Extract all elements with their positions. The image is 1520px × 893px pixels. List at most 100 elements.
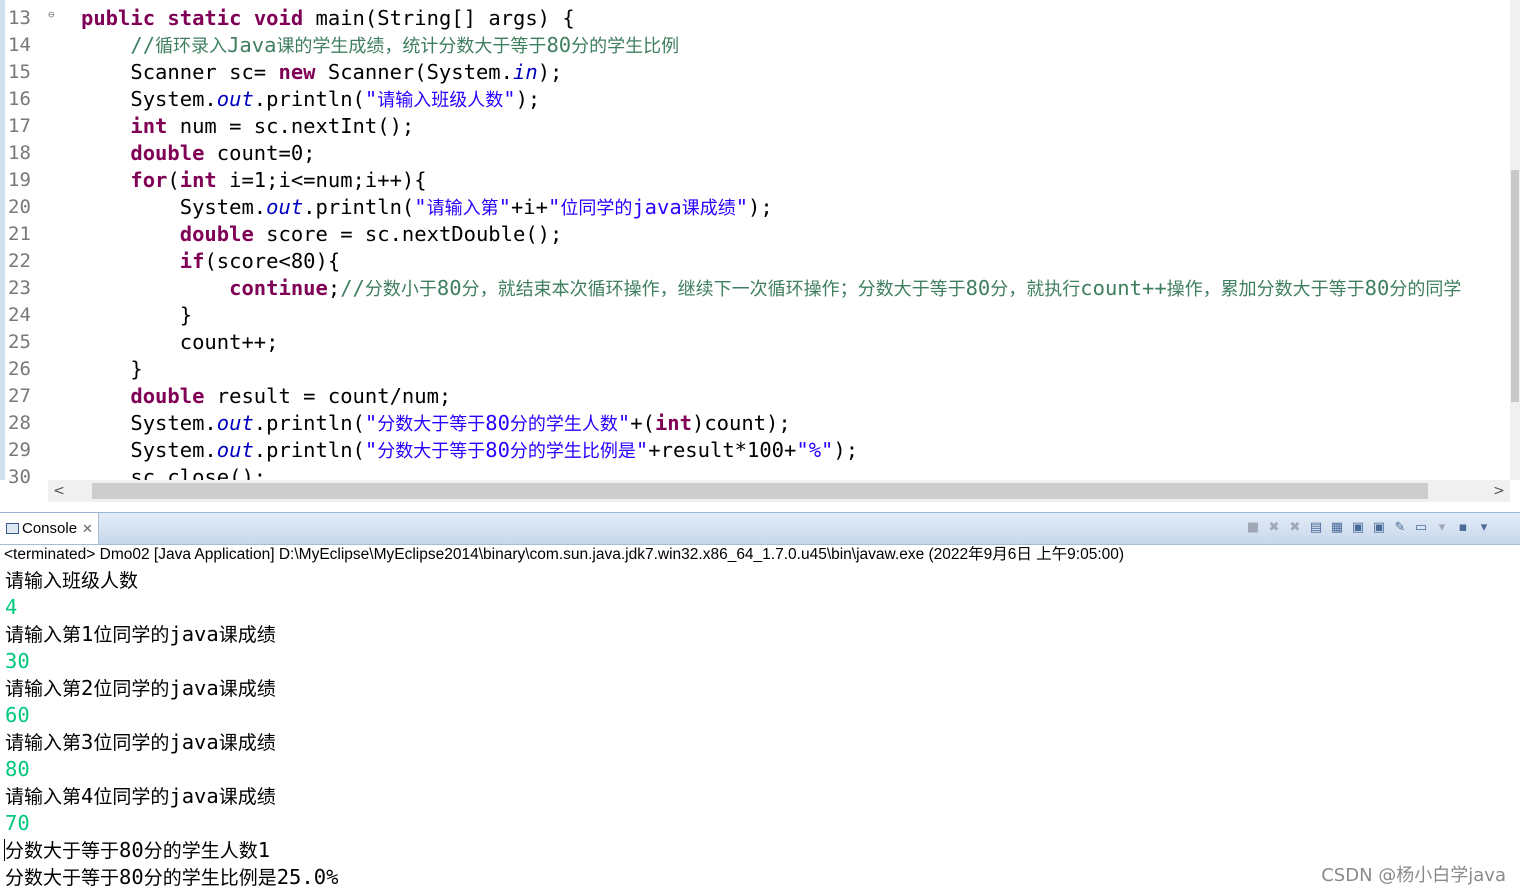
code-token: out	[266, 195, 304, 219]
code-token: new	[278, 60, 316, 84]
chevron-down-icon[interactable]: ▾	[1434, 520, 1450, 536]
vertical-scroll-thumb[interactable]	[1511, 170, 1519, 402]
view-menu-icon[interactable]: ▾	[1476, 520, 1492, 536]
code-token: int	[130, 114, 168, 138]
code-token: "位同学的java课成绩"	[547, 195, 749, 219]
code-editor[interactable]: 13 ⊖ 14 15 16 17 18 19 20 21 22 23 24 25…	[0, 0, 1520, 505]
editor-left-ruler	[0, 0, 5, 480]
clear-console-icon[interactable]: ▤	[1308, 520, 1324, 536]
code-token: count++;	[81, 330, 279, 354]
code-token: "分数大于等于80分的学生比例是"	[364, 438, 649, 462]
terminate-icon[interactable]: ■	[1245, 520, 1261, 536]
code-token: "%"	[796, 438, 834, 462]
code-token: System.	[81, 438, 217, 462]
code-token: Scanner sc=	[81, 60, 279, 84]
text-caret	[4, 839, 5, 861]
console-icon	[6, 523, 19, 534]
line-number: 27	[8, 385, 31, 407]
code-token: double	[130, 141, 205, 165]
csdn-watermark: CSDN @杨小白学java	[1321, 865, 1506, 886]
code-line: public static void main(String[] args) {	[81, 5, 575, 32]
code-token: num = sc.nextInt();	[167, 114, 415, 138]
code-token: for	[130, 168, 168, 192]
code-line: continue;//分数小于80分，就结束本次循环操作，继续下一次循环操作；分…	[81, 275, 1461, 302]
show-on-stdout-icon[interactable]: ▣	[1350, 520, 1366, 536]
code-token: if	[179, 249, 205, 273]
code-line: System.out.println("分数大于等于80分的学生比例是"+res…	[81, 437, 858, 464]
code-line: sc.close();	[81, 464, 266, 480]
close-icon[interactable]: ✕	[82, 513, 93, 544]
code-token: in	[513, 60, 538, 84]
code-token: result = count/num;	[204, 384, 452, 408]
code-token: main(String[] args) {	[303, 6, 575, 30]
remove-all-terminated-icon[interactable]: ✖	[1287, 520, 1303, 536]
line-number: 26	[8, 358, 31, 380]
code-token: out	[216, 438, 254, 462]
scroll-lock-icon[interactable]: ▦	[1329, 520, 1345, 536]
line-number: 29	[8, 439, 31, 461]
code-token: );	[833, 438, 859, 462]
code-token: double	[179, 222, 254, 246]
code-token: );	[748, 195, 773, 219]
vertical-scrollbar[interactable]	[1510, 0, 1520, 480]
code-line: int num = sc.nextInt();	[81, 113, 414, 140]
code-token: out	[216, 87, 254, 111]
code-line: for(int i=1;i<=num;i++){	[81, 167, 427, 194]
horizontal-scrollbar[interactable]: < >	[48, 480, 1510, 502]
console-output-line: 请输入班级人数	[5, 570, 139, 592]
code-token: }	[81, 357, 143, 381]
console-output-line: 请输入第3位同学的java课成绩	[5, 730, 276, 754]
scroll-right-icon[interactable]: >	[1488, 480, 1510, 502]
console-output[interactable]: 请输入班级人数 4 请输入第1位同学的java课成绩 30 请输入第2位同学的java课…	[5, 567, 1505, 891]
line-number: 21	[8, 223, 31, 245]
console-tab-label: Console	[22, 520, 78, 537]
console-output-line: 请输入第4位同学的java课成绩	[5, 784, 276, 808]
code-token: void	[253, 6, 304, 30]
fold-toggle-icon[interactable]: ⊖	[48, 8, 55, 21]
console-input-line: 30	[5, 649, 30, 673]
code-token: .println(	[253, 87, 365, 111]
code-token: sc.close();	[81, 465, 267, 480]
code-token: .println(	[253, 438, 365, 462]
code-token: //循环录入Java课的学生成绩，统计分数大于等于80分的学生比例	[130, 33, 680, 57]
remove-launch-icon[interactable]: ✖	[1266, 520, 1282, 536]
code-token: System.	[81, 87, 217, 111]
horizontal-scroll-thumb[interactable]	[92, 483, 1428, 499]
code-token: ;	[327, 276, 341, 300]
line-number: 23	[8, 277, 31, 299]
code-line: if(score<80){	[81, 248, 340, 275]
line-number: 19	[8, 169, 31, 191]
line-number: 15	[8, 61, 31, 83]
line-number: 22	[8, 250, 31, 272]
code-line: }	[81, 302, 192, 329]
code-token: continue	[229, 276, 328, 300]
code-token: score = sc.nextDouble();	[253, 222, 563, 246]
line-number: 28	[8, 412, 31, 434]
code-lines[interactable]: public static void main(String[] args) {…	[81, 0, 1511, 480]
scroll-left-icon[interactable]: <	[48, 480, 70, 502]
console-tab[interactable]: Console ✕	[0, 513, 99, 544]
code-token: public	[81, 6, 156, 30]
open-console-icon[interactable]: ▪	[1455, 520, 1471, 536]
pin-console-icon[interactable]: ✎	[1392, 520, 1408, 536]
display-selected-console-icon[interactable]: ▭	[1413, 520, 1429, 536]
code-token: i=1;i<=num;i++){	[216, 168, 427, 192]
line-number: 14	[8, 34, 31, 56]
console-output-line: 请输入第2位同学的java课成绩	[5, 676, 276, 700]
show-on-stderr-icon[interactable]: ▣	[1371, 520, 1387, 536]
code-line: Scanner sc= new Scanner(System.in);	[81, 59, 562, 86]
code-token: count=0;	[204, 141, 316, 165]
process-status-line: <terminated> Dmo02 [Java Application] D:…	[4, 546, 1125, 563]
console-output-line: 分数大于等于80分的学生人数1	[5, 838, 271, 862]
code-token: (	[167, 168, 180, 192]
code-token: .println(	[253, 411, 365, 435]
code-token: )count);	[691, 411, 791, 435]
code-line: }	[81, 356, 143, 383]
code-token: static	[167, 6, 242, 30]
